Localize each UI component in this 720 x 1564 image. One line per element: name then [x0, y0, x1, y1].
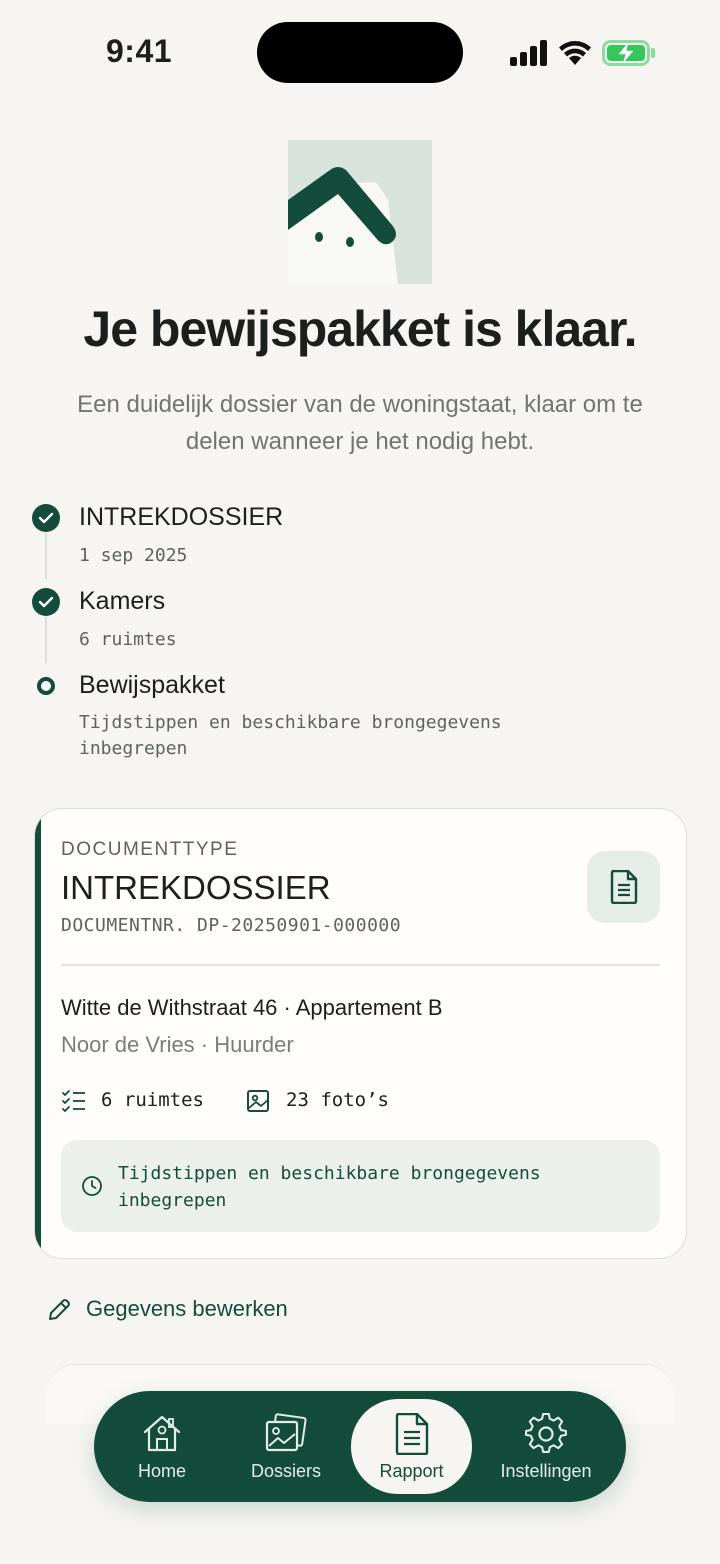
signal-icon [510, 40, 547, 66]
wifi-icon [559, 41, 591, 65]
rooms-count: 6 ruimtes [101, 1089, 204, 1111]
metadata-note: Tijdstippen en beschikbare brongegevens … [61, 1140, 660, 1232]
tenant-name: Noor de Vries · Huurder [61, 1032, 294, 1057]
photos-icon [265, 1413, 307, 1452]
timeline-step-label: INTREKDOSSIER [79, 503, 284, 531]
tab-home[interactable]: Home [108, 1391, 216, 1502]
screen: 9:41 Je bewijspakket is klaar. Een duide… [0, 0, 720, 1564]
clock-icon [82, 1176, 102, 1196]
tab-label: Rapport [379, 1461, 444, 1481]
tab-label: Home [137, 1461, 186, 1481]
tab-rapport[interactable]: Rapport [351, 1399, 472, 1494]
house-mascot-icon [288, 167, 398, 284]
status-indicators [510, 36, 660, 70]
card-divider [61, 964, 660, 966]
current-step-icon [37, 677, 55, 695]
card-accent-bar [35, 809, 41, 1258]
property-address: Witte de Withstraat 46 · Appartement B [61, 995, 443, 1020]
open-document-button[interactable] [587, 851, 660, 923]
pencil-icon [49, 1299, 70, 1320]
document-number: DOCUMENTNR. DP-20250901-000000 [61, 915, 402, 936]
document-type: INTREKDOSSIER [61, 869, 331, 906]
timeline-step-meta: 6 ruimtes [79, 629, 177, 650]
battery-icon [602, 40, 655, 66]
timeline-connector [45, 617, 47, 663]
document-type-label: DOCUMENTTYPE [61, 839, 239, 860]
timeline-step-label: Kamers [79, 587, 166, 615]
check-icon [32, 588, 60, 616]
tab-label: Instellingen [500, 1461, 592, 1481]
photos-count: 23 foto’s [286, 1089, 389, 1111]
document-icon [610, 870, 638, 904]
edit-details-label: Gegevens bewerken [86, 1296, 288, 1321]
tab-instellingen[interactable]: Instellingen [486, 1391, 606, 1502]
page-subtitle: Een duidelijk dossier van de woningstaat… [77, 391, 643, 455]
image-icon [247, 1090, 269, 1112]
check-icon [32, 504, 60, 532]
status-time: 9:41 [106, 33, 173, 69]
dynamic-island [257, 22, 463, 83]
timeline-step-label: Bewijspakket [79, 671, 225, 699]
gear-icon [525, 1413, 567, 1453]
timeline-connector [45, 533, 47, 579]
tab-label: Dossiers [250, 1461, 321, 1481]
bottom-tab-bar: Home Dossiers Rapport Instellingen [94, 1391, 626, 1502]
document-icon [395, 1413, 429, 1455]
house-illustration [288, 140, 432, 284]
metadata-note-text: Tijdstippen en beschikbare brongegevens … [118, 1163, 541, 1211]
document-card[interactable]: DOCUMENTTYPE INTREKDOSSIER DOCUMENTNR. D… [34, 808, 687, 1259]
timeline-step-meta: Tijdstippen en beschikbare brongegevens … [79, 712, 502, 759]
page-title: Je bewijspakket is klaar. [83, 301, 637, 357]
house-icon [143, 1415, 181, 1452]
timeline-step-meta: 1 sep 2025 [79, 545, 188, 566]
tab-dossiers[interactable]: Dossiers [232, 1391, 340, 1502]
checklist-icon [62, 1090, 85, 1112]
